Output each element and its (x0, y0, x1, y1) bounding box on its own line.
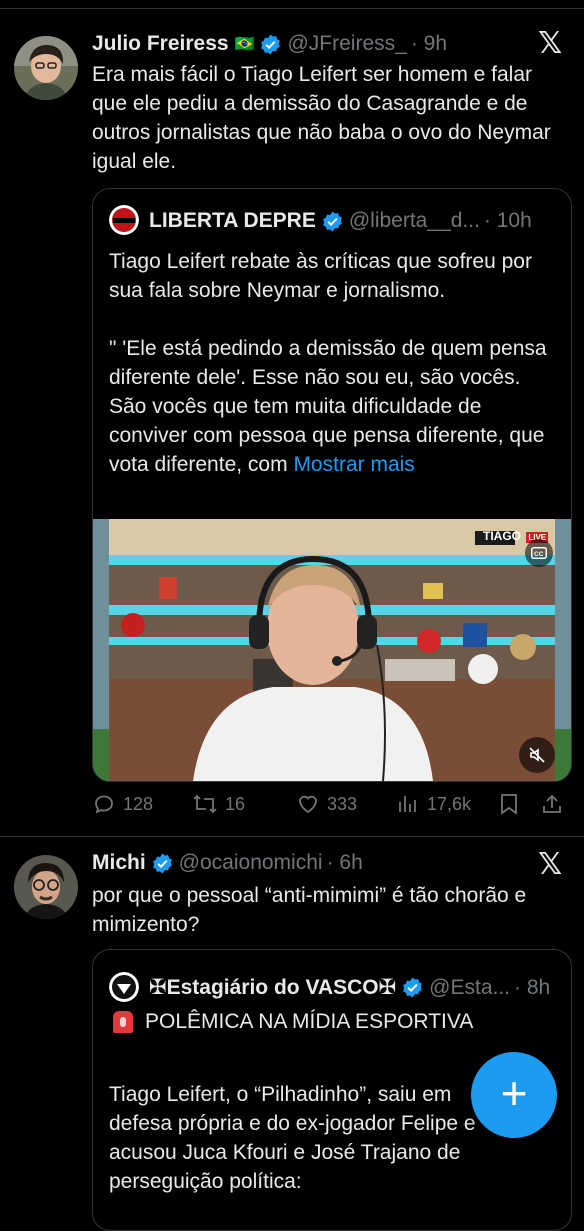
post-header: Julio Freiress 🇧🇷 @JFreiress_ · 9h (92, 32, 447, 56)
quoted-post[interactable]: LIBERTA DEPRE @liberta__d... · 10h Tiago… (92, 188, 572, 782)
quote-header: LIBERTA DEPRE @liberta__d... · 10h (149, 209, 532, 233)
quote-headline: POLÊMICA NA MÍDIA ESPORTIVA (113, 1010, 473, 1034)
flag-icon: 🇧🇷 (234, 36, 255, 53)
verified-icon (260, 33, 281, 55)
reply-count: 128 (123, 793, 154, 814)
quote-header: ✠Estagiário do VASCO✠ @Esta... · 8h (149, 975, 550, 1000)
captions-icon[interactable]: CC (525, 539, 553, 567)
siren-icon (113, 1011, 133, 1033)
plus-icon: + (500, 1067, 528, 1119)
show-more-link[interactable]: Mostrar mais (293, 453, 414, 476)
compose-button[interactable]: + (471, 1052, 557, 1138)
bookmark-icon[interactable] (498, 792, 520, 816)
video-badge-text: TIAGO (483, 529, 521, 543)
quote-handle: @Esta... (429, 975, 511, 999)
quote-avatar (109, 205, 139, 235)
quote-avatar (109, 972, 139, 1002)
x-logo-icon[interactable]: 𝕏 (538, 26, 562, 61)
avatar[interactable] (14, 36, 78, 100)
author-name[interactable]: Julio Freiress (92, 32, 229, 56)
like-button[interactable]: 333 (296, 792, 357, 816)
heart-icon (299, 795, 317, 814)
views-button[interactable]: 17,6k (396, 792, 471, 816)
post-time[interactable]: · 6h (327, 851, 363, 875)
quote-text: Tiago Leifert, o “Pilhadinho”, saiu em d… (109, 1083, 482, 1193)
post-time[interactable]: · 9h (411, 32, 447, 56)
svg-text:CC: CC (534, 551, 544, 558)
x-logo-icon[interactable]: 𝕏 (538, 847, 562, 882)
quote-time: · 8h (514, 975, 551, 999)
post-header: Michi @ocaionomichi · 6h (92, 851, 363, 875)
quote-handle: @liberta__d... (348, 209, 480, 232)
author-name[interactable]: Michi (92, 851, 146, 875)
post-actions: 128 16 333 17,6k (92, 790, 562, 818)
quote-author: ✠Estagiário do VASCO✠ (149, 976, 397, 999)
quote-text-2: " 'Ele está pedindo a demissão de quem p… (109, 334, 555, 479)
post-julio[interactable]: Julio Freiress 🇧🇷 @JFreiress_ · 9h 𝕏 Era… (0, 0, 584, 840)
like-count: 333 (327, 793, 358, 814)
post-text: por que o pessoal “anti-mimimi” é tão ch… (92, 884, 533, 936)
mute-icon[interactable] (519, 737, 555, 773)
repost-button[interactable]: 16 (192, 792, 245, 816)
video-player[interactable]: TIAGO LIVE CC (93, 519, 571, 781)
quote-time: · 10h (483, 209, 532, 232)
post-michi[interactable]: Michi @ocaionomichi · 6h 𝕏 por que o pes… (0, 837, 584, 1231)
post-text: Era mais fácil o Tiago Leifert ser homem… (92, 63, 557, 173)
verified-icon (402, 977, 423, 998)
quote-headline-text: POLÊMICA NA MÍDIA ESPORTIVA (145, 1010, 474, 1033)
share-icon[interactable] (540, 792, 564, 816)
verified-icon (322, 210, 343, 232)
repost-count: 16 (225, 793, 246, 814)
views-icon (399, 796, 416, 812)
verified-icon (152, 852, 173, 874)
quote-text-1: Tiago Leifert rebate às críticas que sof… (109, 250, 538, 302)
reply-icon (95, 795, 113, 814)
author-handle[interactable]: @ocaionomichi (179, 851, 323, 875)
avatar[interactable] (14, 855, 78, 919)
author-handle[interactable]: @JFreiress_ (287, 32, 406, 56)
quote-author: LIBERTA DEPRE (149, 209, 316, 232)
reply-button[interactable]: 128 (92, 792, 153, 816)
views-count: 17,6k (427, 793, 472, 814)
repost-icon (193, 794, 217, 814)
